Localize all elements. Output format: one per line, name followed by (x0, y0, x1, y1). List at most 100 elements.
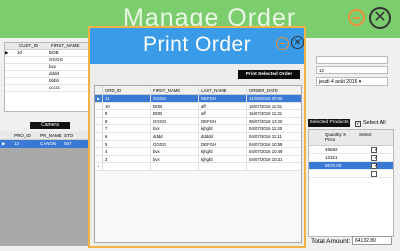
products-grid[interactable]: PRO_ID PR_NAME STO ▶ 12 CANON 567 (0, 131, 90, 246)
total-amount-label: Total Amount: (311, 238, 351, 245)
cell-last-name (199, 163, 247, 170)
print-selected-order-button[interactable]: Print Selected Order (238, 70, 300, 79)
cell-first-name: GGGG (151, 140, 199, 148)
selected-products-grid[interactable]: Quantity X Price Select 45692 ✓ 12321 ✓ 56… (308, 129, 394, 237)
table-row[interactable]: ▶ 11 GGGG DEFGH 31/08/2016 00:00 (95, 95, 301, 103)
date-picker[interactable]: jeudi 4 août 2016 ▾ (316, 77, 388, 86)
cell: 10 (17, 50, 23, 55)
col-pr-name[interactable]: PR_NAME (38, 131, 62, 139)
dialog-header: Print Order ✕ (90, 28, 304, 64)
col-stock[interactable]: STO (62, 131, 90, 139)
row-marker (95, 148, 103, 155)
row-marker (95, 132, 103, 140)
table-row[interactable]: 7 bvx kjhgfd 04/07/2016 11:20 (95, 125, 301, 133)
col-ord-id[interactable]: ORD_ID (103, 86, 151, 94)
cell: 12 (14, 141, 20, 146)
cell-last-name: DEFGH (199, 140, 247, 148)
table-row[interactable] (309, 170, 393, 178)
table-row[interactable]: 5670.00 ✓ (309, 162, 393, 170)
table-row[interactable]: ccccc (5, 85, 93, 92)
cell-order-date: 04/07/2016 11:20 (249, 126, 283, 132)
table-row[interactable]: 4 bvx kjhgfd 04/07/2016 10:49 (95, 148, 301, 156)
cell-last-name: kjhgfd (199, 155, 247, 163)
cell-ord-id: 3 (103, 155, 151, 163)
category-label: Camera (30, 122, 70, 129)
selected-grid-header: Quantity X Price Select (309, 130, 393, 146)
cell-first-name: GGGG (151, 117, 199, 125)
col-pro-id[interactable]: PRO_ID (12, 131, 38, 139)
col-select[interactable]: Select (357, 130, 393, 145)
row-marker (95, 102, 103, 110)
row-marker: ▶ (2, 141, 6, 146)
cell-first-name: bvx (151, 148, 199, 155)
cell: 12321 (325, 155, 338, 160)
cell-order-date: 31/08/2016 00:00 (249, 96, 283, 101)
id-field[interactable]: 12 (316, 66, 388, 74)
row-marker: * (95, 163, 103, 170)
cell-order-date: 04/07/2016 11:11 (249, 133, 282, 139)
cell-last-name: aff (199, 110, 247, 117)
print-order-dialog: Print Order ✕ Print Selected Order ORD_I… (88, 26, 306, 248)
select-all-checkbox[interactable]: ✓ Select All (355, 119, 386, 127)
checkbox-icon[interactable]: ✓ (355, 121, 361, 127)
cell-last-name: kjhgfd (199, 148, 247, 155)
cell-order-date: 15/07/2016 11:31 (249, 111, 283, 117)
col-quantity-price[interactable]: Quantity X Price (323, 130, 357, 145)
cell-order-date: 04/07/2016 10:59 (249, 141, 283, 147)
col-cust-id[interactable]: CUST_ID (17, 43, 49, 49)
orders-grid[interactable]: ORD_ID FIRST_NAME LAST_NAME ORDER_DATE ▶… (94, 85, 302, 243)
row-marker (95, 110, 103, 117)
table-row[interactable]: 10 BOB aff 15/07/2016 11:51 (95, 102, 301, 111)
row-checkbox[interactable] (371, 171, 377, 177)
close-icon[interactable]: ✕ (369, 7, 391, 29)
table-row[interactable]: 45692 ✓ (309, 146, 393, 154)
table-row[interactable]: ▶ 12 CANON 567 (0, 140, 90, 148)
table-row[interactable]: 3 bvx kjhgfd 04/07/2016 10:31 (95, 155, 301, 164)
close-icon[interactable]: ✕ (291, 36, 304, 49)
row-marker (95, 140, 103, 148)
products-grid-header: PRO_ID PR_NAME STO (0, 131, 90, 140)
cell: 567 (64, 141, 72, 146)
minimize-icon[interactable] (348, 9, 365, 26)
cell: 45692 (325, 147, 338, 152)
text-field[interactable] (316, 56, 388, 64)
cell-ord-id: 5 (103, 140, 151, 148)
col-order-date[interactable]: ORDER_DATE (247, 86, 301, 94)
minimize-icon[interactable] (276, 37, 289, 50)
cell-first-name: BOB (151, 110, 199, 117)
table-row[interactable]: 8 GGGG DEFGH 05/07/2016 13:20 (95, 117, 301, 126)
table-row[interactable]: 12321 ✓ (309, 154, 393, 162)
col-last-name[interactable]: LAST_NAME (199, 86, 247, 94)
table-row[interactable]: * (95, 163, 301, 171)
col-first-name[interactable]: FIRST_NAME (49, 43, 93, 49)
table-row[interactable]: dddd (5, 71, 93, 78)
row-marker (95, 125, 103, 132)
cell-ord-id: 11 (103, 95, 151, 102)
cell-order-date (247, 163, 301, 170)
table-row[interactable]: 9 BOB aff 15/07/2016 11:31 (95, 110, 301, 118)
row-checkbox[interactable]: ✓ (371, 155, 378, 161)
row-checkbox[interactable]: ✓ (371, 163, 378, 169)
cell-first-name: bvx (151, 125, 199, 132)
col-first-name[interactable]: FIRST_NAME (151, 86, 199, 94)
table-row[interactable]: bvx (5, 64, 93, 71)
orders-grid-body: ▶ 11 GGGG DEFGH 31/08/2016 00:00 10 BOB aff 15/0… (95, 95, 301, 171)
cell-ord-id: 9 (103, 110, 151, 117)
selected-products-button[interactable]: Selected Products (308, 119, 350, 127)
orders-grid-header: ORD_ID FIRST_NAME LAST_NAME ORDER_DATE (95, 86, 301, 95)
cell-ord-id (103, 163, 151, 170)
table-row[interactable]: GGGG (5, 57, 93, 64)
total-amount-field[interactable]: 64132.80 (352, 236, 392, 245)
cell: dddd (49, 71, 60, 76)
row-checkbox[interactable]: ✓ (371, 147, 378, 153)
table-row[interactable]: bbbb (5, 78, 93, 85)
cell-last-name: aff (199, 102, 247, 110)
customers-grid[interactable]: CUST_ID FIRST_NAME ▶ 10 BOB GGGG bvx dddd … (4, 42, 94, 112)
table-row[interactable]: 5 GGGG DEFGH 04/07/2016 10:59 (95, 140, 301, 149)
table-row[interactable]: ▶ 10 BOB (5, 50, 93, 57)
dialog-title: Print Order (143, 33, 252, 56)
cell-ord-id: 4 (103, 148, 151, 155)
cell: 5670.00 (325, 163, 342, 168)
table-row[interactable]: 6 dddd ddddd 04/07/2016 11:11 (95, 132, 301, 141)
customers-grid-header: CUST_ID FIRST_NAME (5, 43, 93, 50)
